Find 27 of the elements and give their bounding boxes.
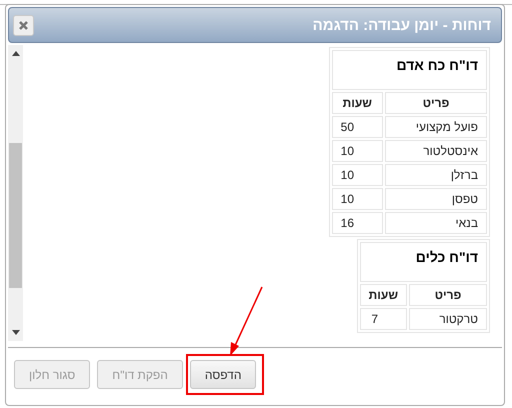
window-title: דוחות - יומן עבודה: הדגמה: [312, 16, 491, 34]
table-cell: 10: [332, 188, 383, 210]
table-cell: 10: [332, 164, 383, 186]
table-cell: 16: [332, 212, 383, 234]
report-title: דו"ח כח אדם: [332, 50, 487, 90]
table-cell: 10: [332, 140, 383, 162]
table-cell: אינסטלטור: [385, 140, 487, 162]
column-header: פריט: [409, 284, 487, 306]
table-cell: 50: [332, 116, 383, 138]
report-title: דו"ח כלים: [360, 242, 487, 282]
close-button[interactable]: [13, 14, 34, 36]
table-cell: טפסן: [385, 188, 487, 210]
column-header: שעות: [332, 92, 383, 114]
table-cell: טרקטור: [409, 308, 487, 330]
close-icon: [18, 20, 29, 30]
table-cell: בנאי: [385, 212, 487, 234]
scrollbar[interactable]: [8, 45, 23, 341]
column-header: שעות: [360, 284, 407, 306]
table-cell: פועל מקצועי: [385, 116, 487, 138]
table-cell: ברזלן: [385, 164, 487, 186]
scroll-down-icon[interactable]: [12, 330, 20, 335]
column-header: פריט: [385, 92, 487, 114]
dialog-button[interactable]: הדפסה: [190, 360, 256, 389]
scroll-thumb[interactable]: [9, 143, 22, 288]
scroll-up-icon[interactable]: [12, 51, 20, 56]
table-cell: 7: [360, 308, 407, 330]
annotation-arrow: [228, 286, 264, 356]
